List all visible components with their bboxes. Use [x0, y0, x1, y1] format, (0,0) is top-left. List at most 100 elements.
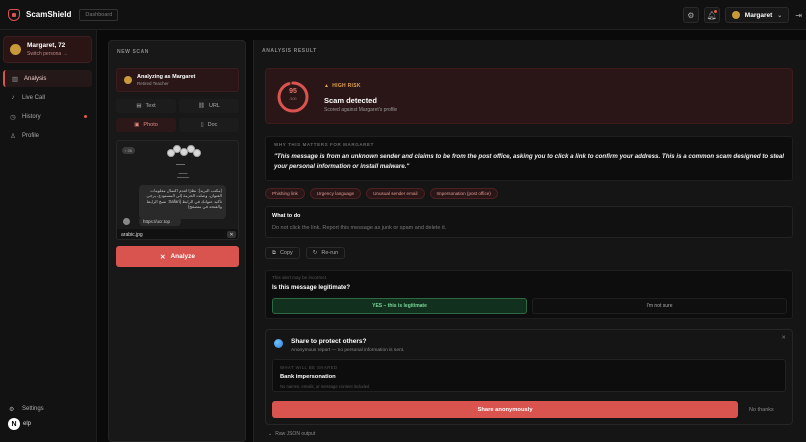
persona-switcher[interactable]: Margaret, 72 Switch persona →	[3, 36, 92, 63]
copy-icon: ⧉	[272, 249, 276, 256]
user-menu[interactable]: Margaret ⌄	[724, 7, 790, 23]
what-to-do-title: What to do	[272, 213, 301, 219]
analyze-button[interactable]: ✕ Analyze	[116, 246, 239, 267]
indicator-chip: Impersonation (post office)	[429, 188, 498, 199]
feedback-question: Is this message legitimate?	[272, 285, 351, 291]
new-scan-panel: NEW SCAN Analyzing as Margaret Retired T…	[108, 40, 246, 442]
risk-summary-card: 95 /100 ▲ HIGH RISK Scam detected Scored …	[265, 68, 793, 124]
dashboard-badge: Dashboard	[79, 8, 119, 21]
chevron-down-icon: ⌄	[268, 431, 273, 437]
shared-data-value: Bank impersonation	[280, 374, 336, 380]
raw-json-toggle[interactable]: ⌄ Raw JSON output	[268, 431, 315, 437]
close-icon[interactable]: ✕	[781, 335, 786, 341]
analysis-result-panel: ANALYSIS RESULT 95 /100 ▲ HIGH RISK Scam …	[253, 40, 806, 442]
persona-role: Retired Teacher	[137, 81, 169, 86]
feedback-card: This alert may be incorrect. Is this mes…	[265, 270, 793, 319]
remove-file-button[interactable]: ✕	[227, 231, 236, 238]
sidebar-item-history[interactable]: ◷ History	[3, 108, 92, 125]
clock-icon: ◷	[10, 113, 16, 121]
what-to-do-text: Do not click the link. Report this messa…	[272, 225, 447, 231]
account-badge[interactable]: N elp	[8, 418, 31, 430]
app-name: ScamShield	[26, 10, 72, 19]
share-anonymously-button[interactable]: Share anonymously	[272, 401, 738, 418]
risk-score-max: /100	[289, 97, 297, 101]
sidebar-item-label: Profile	[22, 132, 40, 139]
contact-name-placeholder: ▬▬▬	[176, 162, 185, 166]
sparkle-icon: ✕	[159, 253, 166, 261]
indicator-chip: Phishing link	[265, 188, 305, 199]
share-title: Share to protect others?	[291, 338, 367, 345]
contact-avatars	[167, 145, 201, 161]
tab-label: Photo	[143, 122, 158, 128]
link-icon: ⛓	[198, 103, 205, 109]
what-to-do-card: What to do Do not click the link. Report…	[265, 206, 793, 238]
sidebar: Margaret, 72 Switch persona → ▥ Analysis…	[0, 30, 97, 442]
legitimate-button[interactable]: YES – this is legitimate	[272, 298, 527, 314]
share-card: ✕ Share to protect others? Anonymous rep…	[265, 329, 793, 425]
sidebar-item-settings[interactable]: ⚙ Settings	[3, 403, 44, 415]
sidebar-item-analysis[interactable]: ▥ Analysis	[3, 70, 92, 87]
chart-icon: ▥	[11, 75, 19, 83]
history-badge-dot	[84, 115, 87, 118]
bell-icon[interactable]: 🔔︎	[703, 7, 720, 23]
sidebar-item-live-call[interactable]: ♪ Live Call	[3, 89, 92, 106]
gear-icon: ⚙	[9, 406, 15, 413]
mic-icon: ♪	[11, 94, 15, 101]
tab-text[interactable]: ▤ Text	[116, 99, 176, 113]
user-icon: ♙	[10, 132, 16, 140]
not-sure-button[interactable]: I'm not sure	[532, 298, 787, 314]
panel-title: ANALYSIS RESULT	[262, 48, 317, 54]
warning-icon: ▲	[324, 83, 330, 89]
explanation-card: WHY THIS MATTERS FOR MARGARET "This mess…	[265, 136, 793, 181]
scored-against: Scored against Margaret's profile	[324, 107, 398, 113]
panel-title: NEW SCAN	[117, 49, 150, 55]
verdict-title: Scam detected	[324, 96, 377, 105]
tab-url[interactable]: ⛓ URL	[179, 99, 239, 113]
shared-data-label: WHAT WILL BE SHARED	[280, 365, 338, 370]
sidebar-item-profile[interactable]: ♙ Profile	[3, 127, 92, 144]
refresh-icon: ↻	[312, 250, 318, 256]
shared-data-box: WHAT WILL BE SHARED Bank impersonation N…	[272, 359, 786, 392]
indicator-chip: Unusual sender email	[366, 188, 425, 199]
file-strip: arabic.jpg ✕	[117, 229, 238, 239]
sidebar-nav: ▥ Analysis ♪ Live Call ◷ History ♙ Profi…	[0, 70, 97, 146]
tab-doc[interactable]: ▯ Doc	[179, 118, 239, 132]
persona-avatar	[124, 76, 132, 84]
persona-name: Margaret, 72	[27, 42, 66, 49]
risk-level: ▲ HIGH RISK	[324, 83, 361, 89]
copy-button[interactable]: ⧉ Copy	[265, 247, 300, 259]
account-label: elp	[23, 421, 32, 427]
shared-data-note: No names, emails, or message content inc…	[280, 384, 370, 389]
switch-persona-link[interactable]: Switch persona →	[27, 51, 68, 57]
explanation-text: "This message is from an unknown sender …	[274, 153, 784, 170]
top-bar: ScamShield Dashboard ⚙ 🔔︎ Margaret ⌄ ⇥	[0, 0, 806, 30]
analyzing-as-label: Analyzing as Margaret	[137, 74, 196, 80]
gear-icon[interactable]: ⚙	[682, 7, 699, 23]
document-icon: ▯	[200, 122, 204, 128]
no-thanks-button[interactable]: No thanks	[749, 407, 774, 413]
persona-avatar	[10, 44, 21, 55]
explanation-title: WHY THIS MATTERS FOR MARGARET	[274, 142, 374, 147]
feedback-note: This alert may be incorrect.	[272, 275, 328, 280]
analyze-label: Analyze	[170, 253, 196, 260]
result-actions: ⧉ Copy ↻ Re-run	[265, 247, 351, 259]
tab-label: Text	[145, 103, 156, 109]
user-name: Margaret	[744, 11, 773, 19]
message-link: https://ucr.top	[139, 217, 181, 226]
tab-photo[interactable]: ▣ Photo	[116, 118, 176, 132]
chevron-down-icon: ⌄	[777, 12, 783, 19]
tab-label: Doc	[207, 122, 218, 128]
logout-icon[interactable]: ⇥	[795, 11, 802, 20]
sidebar-item-label: History	[22, 113, 41, 120]
rerun-label: Re-run	[321, 250, 339, 256]
sidebar-item-label: Analysis	[24, 75, 47, 82]
shield-logo-icon	[8, 8, 20, 21]
rerun-button[interactable]: ↻ Re-run	[305, 247, 346, 259]
indicator-chips: Phishing link Urgency language Unusual s…	[265, 188, 503, 199]
brand[interactable]: ScamShield Dashboard	[8, 8, 119, 21]
indicator-chip: Urgency language	[309, 188, 362, 199]
sidebar-item-label: Live Call	[22, 94, 46, 101]
avatar	[731, 11, 740, 19]
file-name: arabic.jpg	[121, 232, 143, 238]
risk-score: 95	[289, 88, 297, 95]
